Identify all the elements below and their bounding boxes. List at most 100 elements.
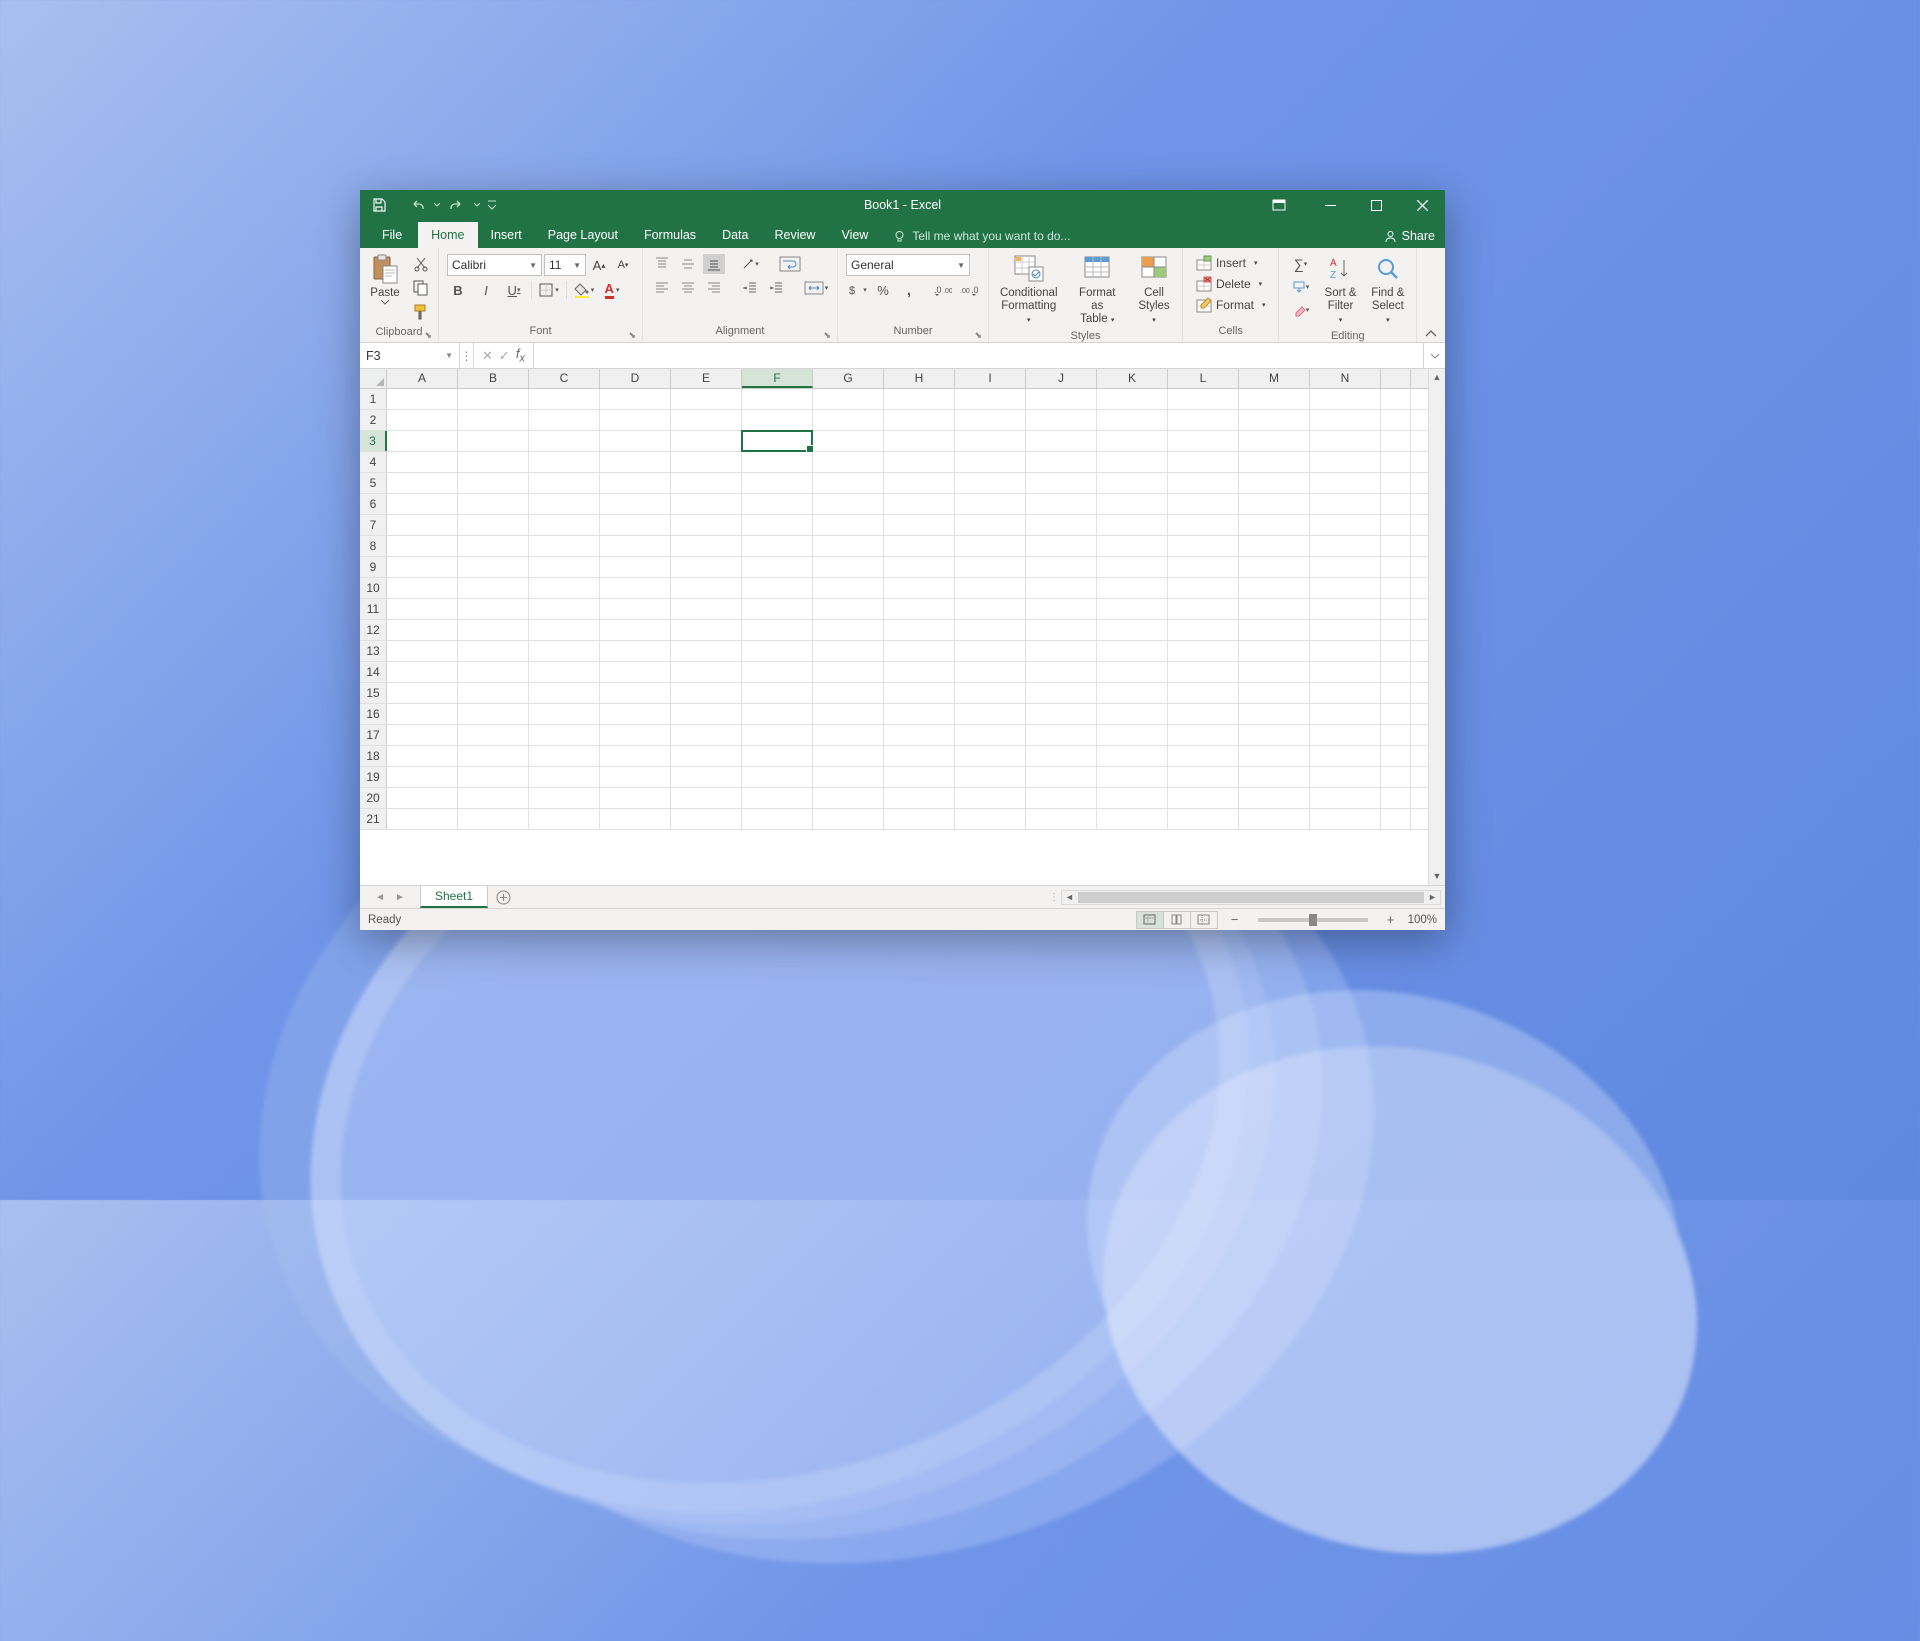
cell-F13[interactable] [742,641,813,661]
cell-L14[interactable] [1168,662,1239,682]
cell-K15[interactable] [1097,683,1168,703]
cell-D2[interactable] [600,410,671,430]
cell-B4[interactable] [458,452,529,472]
cell-J18[interactable] [1026,746,1097,766]
cell-K19[interactable] [1097,767,1168,787]
cell-H14[interactable] [884,662,955,682]
row-header-19[interactable]: 19 [360,767,387,787]
cell-J5[interactable] [1026,473,1097,493]
cell-M19[interactable] [1239,767,1310,787]
zoom-out-button[interactable]: − [1228,912,1242,927]
cell-B17[interactable] [458,725,529,745]
cell-L12[interactable] [1168,620,1239,640]
cell-L1[interactable] [1168,389,1239,409]
cell-C5[interactable] [529,473,600,493]
cell-A1[interactable] [387,389,458,409]
row-header-1[interactable]: 1 [360,389,387,409]
minimize-button[interactable] [1307,190,1353,220]
cell-N1[interactable] [1310,389,1381,409]
cell-B1[interactable] [458,389,529,409]
borders-button[interactable]: ▾ [538,280,560,300]
column-header-G[interactable]: G [813,369,884,388]
row-header-11[interactable]: 11 [360,599,387,619]
cell-E18[interactable] [671,746,742,766]
column-header-F[interactable]: F [742,369,813,388]
cell-K17[interactable] [1097,725,1168,745]
cell-M20[interactable] [1239,788,1310,808]
cell-H4[interactable] [884,452,955,472]
cell-D16[interactable] [600,704,671,724]
cell-N15[interactable] [1310,683,1381,703]
cell-I16[interactable] [955,704,1026,724]
cell-H15[interactable] [884,683,955,703]
save-button[interactable] [368,194,390,216]
cell-L17[interactable] [1168,725,1239,745]
cell-F17[interactable] [742,725,813,745]
cell-M8[interactable] [1239,536,1310,556]
cell-C8[interactable] [529,536,600,556]
cell-J16[interactable] [1026,704,1097,724]
row-header-9[interactable]: 9 [360,557,387,577]
cell-F8[interactable] [742,536,813,556]
cell-D8[interactable] [600,536,671,556]
cell-A4[interactable] [387,452,458,472]
cell-H11[interactable] [884,599,955,619]
zoom-slider[interactable] [1258,918,1368,922]
cell-M13[interactable] [1239,641,1310,661]
cell-I21[interactable] [955,809,1026,829]
cell-J15[interactable] [1026,683,1097,703]
scroll-left-button[interactable]: ◄ [1062,892,1077,902]
cell-K18[interactable] [1097,746,1168,766]
cell-L21[interactable] [1168,809,1239,829]
cell-E13[interactable] [671,641,742,661]
cell-M5[interactable] [1239,473,1310,493]
increase-indent-button[interactable] [765,278,787,298]
cell-D20[interactable] [600,788,671,808]
cell-E21[interactable] [671,809,742,829]
cell-F2[interactable] [742,410,813,430]
cell-A3[interactable] [387,431,458,451]
cell-G21[interactable] [813,809,884,829]
cell-L18[interactable] [1168,746,1239,766]
redo-dropdown-button[interactable] [472,194,482,216]
cell-K4[interactable] [1097,452,1168,472]
cell-E20[interactable] [671,788,742,808]
share-button[interactable]: Share [1384,229,1435,248]
column-header-I[interactable]: I [955,369,1026,388]
scroll-up-button[interactable]: ▲ [1429,369,1445,386]
zoom-thumb[interactable] [1309,914,1317,926]
cell-G6[interactable] [813,494,884,514]
cell-F7[interactable] [742,515,813,535]
cell-G16[interactable] [813,704,884,724]
cell-M11[interactable] [1239,599,1310,619]
cell-M2[interactable] [1239,410,1310,430]
row-header-15[interactable]: 15 [360,683,387,703]
delete-cells-button[interactable]: Delete ▾ [1193,275,1269,293]
cell-A2[interactable] [387,410,458,430]
cell-C11[interactable] [529,599,600,619]
cell-L16[interactable] [1168,704,1239,724]
cell-H1[interactable] [884,389,955,409]
cell-N3[interactable] [1310,431,1381,451]
cell-J13[interactable] [1026,641,1097,661]
cell-M18[interactable] [1239,746,1310,766]
cut-button[interactable] [410,254,432,274]
cell-F14[interactable] [742,662,813,682]
cell-F20[interactable] [742,788,813,808]
cell-N14[interactable] [1310,662,1381,682]
fill-color-button[interactable]: ▾ [573,280,595,300]
cell-A19[interactable] [387,767,458,787]
cell-F10[interactable] [742,578,813,598]
cell-J3[interactable] [1026,431,1097,451]
cell-D4[interactable] [600,452,671,472]
cell-N8[interactable] [1310,536,1381,556]
cell-J12[interactable] [1026,620,1097,640]
cell-G4[interactable] [813,452,884,472]
cell-L20[interactable] [1168,788,1239,808]
cell-G7[interactable] [813,515,884,535]
column-header-C[interactable]: C [529,369,600,388]
row-header-16[interactable]: 16 [360,704,387,724]
cell-B14[interactable] [458,662,529,682]
cell-I2[interactable] [955,410,1026,430]
cell-I14[interactable] [955,662,1026,682]
